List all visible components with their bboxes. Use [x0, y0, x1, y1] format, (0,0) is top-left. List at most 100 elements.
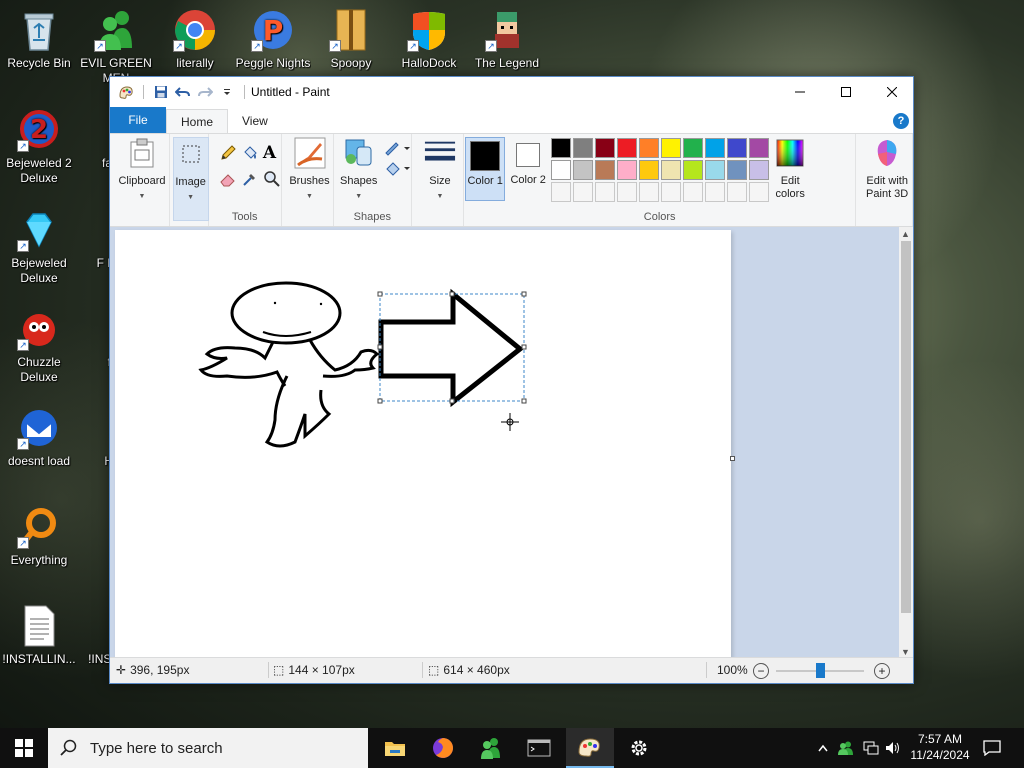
- shapes-button[interactable]: Shapes ▼: [336, 137, 382, 203]
- desktop-icon-the-legend[interactable]: ↗ The Legend: [469, 8, 545, 71]
- size-button[interactable]: Size ▼: [416, 137, 464, 203]
- scroll-down-icon[interactable]: ▼: [901, 647, 910, 657]
- taskbar-file-explorer[interactable]: [371, 728, 419, 768]
- palette-swatch[interactable]: [683, 182, 704, 202]
- minimize-button[interactable]: [777, 77, 823, 107]
- desktop-icon-literally[interactable]: ↗ literally: [157, 8, 233, 71]
- save-icon[interactable]: [150, 81, 172, 103]
- vertical-scrollbar[interactable]: ▲ ▼: [899, 227, 913, 659]
- color-picker-icon[interactable]: [241, 170, 259, 191]
- magnifier-icon[interactable]: [263, 170, 281, 191]
- notifications-icon[interactable]: [980, 728, 1004, 768]
- tab-home[interactable]: Home: [166, 109, 229, 133]
- palette-swatch[interactable]: [595, 138, 616, 158]
- palette-swatch[interactable]: [617, 182, 638, 202]
- palette-swatch[interactable]: [661, 160, 682, 180]
- palette-swatch[interactable]: [661, 182, 682, 202]
- canvas-resize-handle[interactable]: [730, 456, 735, 461]
- text-tool-icon[interactable]: A: [263, 143, 276, 163]
- palette-swatch[interactable]: [551, 182, 572, 202]
- desktop-icon-peggle-nights[interactable]: P ↗ Peggle Nights: [235, 8, 311, 71]
- palette-swatch[interactable]: [727, 138, 748, 158]
- desktop-icon-recycle-bin[interactable]: Recycle Bin: [1, 8, 77, 71]
- palette-swatch[interactable]: [573, 138, 594, 158]
- tab-file[interactable]: File: [110, 107, 166, 133]
- redo-icon[interactable]: [194, 81, 216, 103]
- palette-swatch[interactable]: [705, 160, 726, 180]
- palette-swatch[interactable]: [551, 160, 572, 180]
- scrollbar-thumb[interactable]: [901, 241, 911, 613]
- clipboard-button[interactable]: Clipboard ▼: [114, 137, 170, 221]
- drawing-canvas[interactable]: [115, 230, 731, 659]
- desktop-icon-spoopy[interactable]: ↗ Spoopy: [313, 8, 389, 71]
- brushes-button[interactable]: Brushes ▼: [286, 137, 334, 203]
- desktop-icon-label: !INSTALLIN...: [2, 652, 76, 666]
- zoom-out-button[interactable]: −: [753, 663, 769, 679]
- palette-swatch[interactable]: [727, 160, 748, 180]
- palette-swatch[interactable]: [595, 182, 616, 202]
- desktop-icon-hallodock[interactable]: ↗ HalloDock: [391, 8, 467, 71]
- color1-button[interactable]: Color 1: [465, 137, 506, 201]
- desktop-icon-bejeweled-2[interactable]: 2 ↗ Bejeweled 2 Deluxe: [1, 108, 77, 186]
- palette-swatch[interactable]: [639, 138, 660, 158]
- desktop-icon-everything[interactable]: ↗ Everything: [1, 505, 77, 568]
- customize-toolbar-icon[interactable]: [216, 81, 238, 103]
- palette-swatch[interactable]: [617, 138, 638, 158]
- palette-swatch[interactable]: [705, 138, 726, 158]
- palette-swatch[interactable]: [573, 182, 594, 202]
- eraser-icon[interactable]: [219, 170, 237, 191]
- fill-bucket-icon[interactable]: [241, 144, 259, 165]
- tab-view[interactable]: View: [228, 109, 282, 133]
- taskbar-settings[interactable]: [615, 728, 663, 768]
- palette-swatch[interactable]: [595, 160, 616, 180]
- palette-swatch[interactable]: [661, 138, 682, 158]
- outline-icon[interactable]: [384, 140, 410, 159]
- undo-icon[interactable]: [172, 81, 194, 103]
- zoom-slider-thumb[interactable]: [816, 663, 825, 678]
- taskbar-paint[interactable]: [566, 728, 614, 768]
- fill-icon[interactable]: [384, 160, 410, 179]
- paint-app-icon[interactable]: [115, 81, 137, 103]
- palette-swatch[interactable]: [551, 138, 572, 158]
- tools-group: A Tools: [209, 134, 282, 226]
- taskbar-people[interactable]: [467, 728, 515, 768]
- taskbar-terminal[interactable]: [515, 728, 563, 768]
- maximize-button[interactable]: [823, 77, 869, 107]
- tray-people-icon[interactable]: [836, 728, 856, 768]
- volume-icon[interactable]: [883, 728, 903, 768]
- scroll-up-icon[interactable]: ▲: [901, 229, 910, 239]
- palette-swatch[interactable]: [573, 160, 594, 180]
- close-button[interactable]: [869, 77, 915, 107]
- tray-overflow-icon[interactable]: [814, 728, 832, 768]
- clock[interactable]: 7:57 AM 11/24/2024: [910, 731, 970, 763]
- folder-zip-icon: ↗: [329, 8, 373, 52]
- palette-swatch[interactable]: [749, 160, 770, 180]
- pencil-icon[interactable]: [219, 144, 237, 165]
- help-button[interactable]: ?: [893, 113, 909, 129]
- palette-swatch[interactable]: [727, 182, 748, 202]
- palette-swatch[interactable]: [683, 138, 704, 158]
- palette-swatch[interactable]: [639, 160, 660, 180]
- taskbar-search[interactable]: Type here to search: [48, 728, 368, 768]
- palette-swatch[interactable]: [749, 182, 770, 202]
- palette-swatch[interactable]: [639, 182, 660, 202]
- desktop-icon-chuzzle-deluxe[interactable]: ↗ Chuzzle Deluxe: [1, 307, 77, 385]
- desktop-icon-installing[interactable]: !INSTALLIN...: [1, 604, 77, 667]
- desktop-icon-bejeweled-deluxe[interactable]: ↗ Bejeweled Deluxe: [1, 208, 77, 286]
- desktop-icon-evil-green-men[interactable]: ↗ EVIL GREEN MEN: [78, 8, 154, 86]
- palette-swatch[interactable]: [683, 160, 704, 180]
- network-icon[interactable]: [861, 728, 881, 768]
- image-button[interactable]: Image ▼: [172, 137, 209, 221]
- palette-swatch[interactable]: [617, 160, 638, 180]
- canvas-workspace[interactable]: [110, 227, 901, 659]
- edit-with-paint3d-button[interactable]: Edit with Paint 3D: [858, 137, 916, 201]
- edit-colors-button[interactable]: Edit colors: [768, 137, 812, 201]
- color2-button[interactable]: Color 2: [508, 137, 548, 201]
- desktop-icon-doesnt-load[interactable]: ↗ doesnt load: [1, 406, 77, 469]
- palette-swatch[interactable]: [749, 138, 770, 158]
- zoom-in-button[interactable]: +: [874, 663, 890, 679]
- taskbar-firefox[interactable]: [419, 728, 467, 768]
- palette-swatch[interactable]: [705, 182, 726, 202]
- start-button[interactable]: [0, 728, 48, 768]
- line-width-icon: [424, 137, 456, 169]
